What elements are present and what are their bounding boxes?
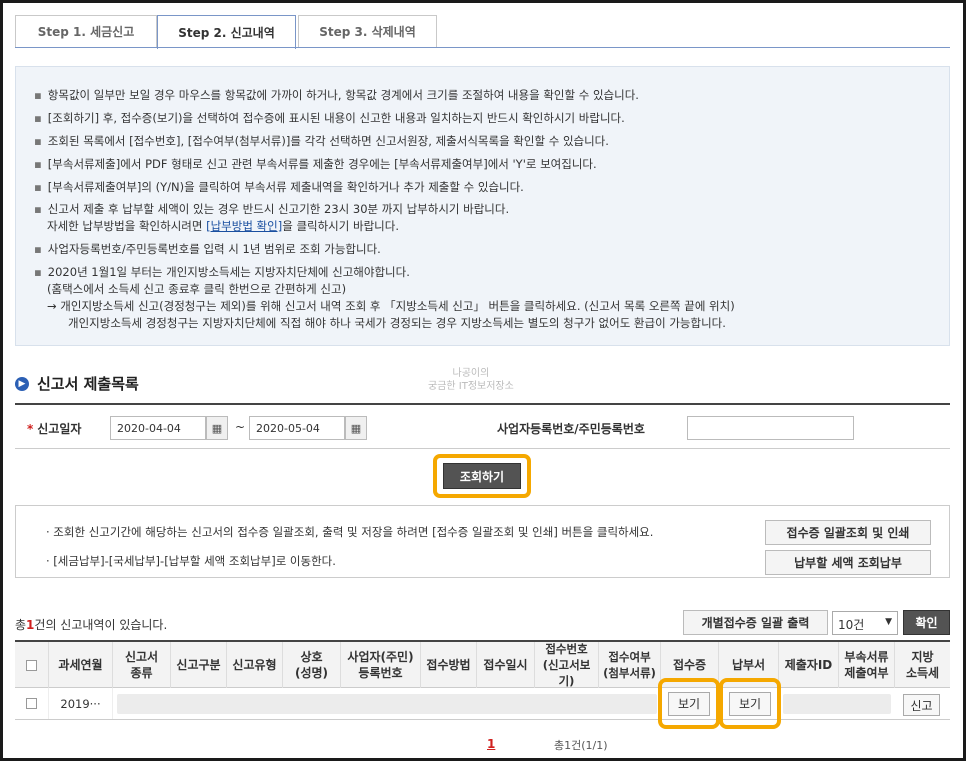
arrow-circle-icon: ▶: [15, 376, 29, 391]
pay-method-link[interactable]: [납부방법 확인]: [206, 219, 282, 233]
col-header: 사업자(주민) 등록번호: [341, 642, 421, 688]
notice-box: ▪ 항목값이 일부만 보일 경우 마우스를 항목값에 가까이 하거나, 항목값 경…: [15, 66, 950, 346]
select-all-checkbox[interactable]: [26, 659, 37, 671]
page-size-select[interactable]: 10건 ▼: [832, 611, 898, 635]
col-header: 지방 소득세: [905, 650, 940, 680]
notice-subline: 개인지방소득세 경정청구는 지방자치단체에 직접 해야 하나 국세가 경정되는 …: [68, 316, 726, 330]
app-frame: Step 1. 세금신고 Step 2. 신고내역 Step 3. 삭제내역 ▪…: [3, 3, 963, 758]
masked-content: [117, 693, 657, 714]
notice-item: ▪ 조회된 목록에서 [접수번호], [접수여부(첨부서류)]를 각각 선택하면 …: [34, 134, 609, 148]
bulk-print-button[interactable]: 개별접수증 일괄 출력: [683, 610, 828, 635]
chevron-down-icon: ▼: [885, 617, 892, 627]
col-header: 신고구분: [171, 642, 227, 688]
page-number[interactable]: 1: [487, 737, 495, 751]
table-row: 2019···: [15, 688, 950, 720]
calendar-icon[interactable]: ▦: [206, 416, 228, 440]
notice-item: ▪ 2020년 1월1일 부터는 개인지방소득세는 지방자치단체에 신고해야합니다…: [34, 265, 410, 279]
notice-item: ▪ 항목값이 일부만 보일 경우 마우스를 항목값에 가까이 하거나, 항목값 경…: [34, 88, 639, 102]
query-button[interactable]: 조회하기: [443, 463, 521, 489]
row-checkbox[interactable]: [26, 698, 37, 709]
info-box: · 조회한 신고기간에 해당하는 신고서의 접수증 일괄조회, 출력 및 저장을…: [15, 505, 950, 578]
tab-underline: [15, 47, 950, 48]
result-count: 총1건의 신고내역이 있습니다.: [15, 618, 168, 632]
batch-receipt-button[interactable]: 접수증 일괄조회 및 인쇄: [765, 520, 931, 545]
col-header: 접수방법: [421, 642, 477, 688]
header-checkbox-cell: [15, 642, 49, 688]
col-header: 신고유형: [227, 642, 283, 688]
confirm-button[interactable]: 확인: [903, 610, 950, 635]
date-from-input[interactable]: 2020-04-04: [110, 416, 206, 440]
notice-subline: → 개인지방소득세 신고(경정청구는 제외)를 위해 신고서 내역 조회 후 「…: [47, 299, 735, 313]
query-highlight: 조회하기: [433, 454, 531, 498]
col-header: 제출자ID: [779, 642, 839, 688]
period-cell: 2019···: [49, 688, 113, 719]
date-label: * 신고일자: [27, 422, 82, 436]
search-panel: * 신고일자 2020-04-04 ▦ ~ 2020-05-04 ▦ 사업자등록번…: [15, 403, 950, 449]
masked-cells: [113, 688, 661, 719]
id-input[interactable]: [687, 416, 854, 440]
watermark: 나공이의 궁금한 IT정보저장소: [428, 368, 514, 392]
page-total: 총1건(1/1): [554, 739, 608, 752]
pay-tax-button[interactable]: 납부할 세액 조회납부: [765, 550, 931, 575]
masked-cells: [779, 688, 895, 719]
local-tax-report-button[interactable]: 신고: [903, 694, 940, 716]
notice-item: ▪ [부속서류제출]에서 PDF 형태로 신고 관련 부속서류를 제출한 경우에는…: [34, 157, 597, 171]
notice-subline: (홈택스에서 소득세 신고 종료후 클릭 한번으로 간편하게 신고): [47, 282, 347, 296]
col-header: 접수번호 (신고서보기): [535, 642, 599, 688]
tab-step1[interactable]: Step 1. 세금신고: [15, 15, 157, 48]
info-line: · 조회한 신고기간에 해당하는 신고서의 접수증 일괄조회, 출력 및 저장을…: [46, 525, 654, 539]
notice-pay-line: 자세한 납부방법을 확인하시려면 [납부방법 확인]을 클릭하시기 바랍니다.: [47, 219, 399, 233]
table-header: 과세연월 신고서 종류 신고구분 신고유형 상호 (성명) 사업자(주민) 등록…: [15, 640, 950, 688]
id-label: 사업자등록번호/주민등록번호: [497, 422, 645, 436]
notice-item: ▪ 사업자등록번호/주민등록번호를 입력 시 1년 범위로 조회 가능합니다.: [34, 242, 381, 256]
calendar-icon[interactable]: ▦: [345, 416, 367, 440]
receipt-view-button[interactable]: 보기: [668, 691, 710, 716]
tab-step2[interactable]: Step 2. 신고내역: [157, 15, 296, 49]
notice-item: ▪ [조회하기] 후, 접수증(보기)을 선택하여 접수증에 표시된 내용이 신고…: [34, 111, 625, 125]
section-title: ▶ 신고서 제출목록: [15, 373, 139, 394]
receipt-highlight: 보기: [658, 678, 720, 729]
notice-item: ▪ [부속서류제출여부]의 (Y/N)을 클릭하여 부속서류 제출내역을 확인하거…: [34, 180, 524, 194]
masked-content: [783, 693, 891, 714]
tab-step3[interactable]: Step 3. 삭제내역: [298, 15, 437, 48]
col-header: 부속서류 제출여부: [839, 642, 895, 688]
col-header: 상호 (성명): [283, 642, 341, 688]
col-header: 신고서 종류: [113, 642, 171, 688]
payment-highlight: 보기: [719, 678, 781, 729]
col-header: 접수여부 (첨부서류): [599, 642, 661, 688]
col-header: 과세연월: [49, 642, 113, 688]
notice-item: ▪ 신고서 제출 후 납부할 세액이 있는 경우 반드시 신고기한 23시 30분…: [34, 202, 510, 216]
row-checkbox-cell: [15, 688, 49, 719]
date-separator: ~: [235, 420, 246, 434]
info-line: · [세금납부]-[국세납부]-[납부할 세액 조회납부]로 이동한다.: [46, 554, 336, 568]
date-to-input[interactable]: 2020-05-04: [249, 416, 345, 440]
payment-view-button[interactable]: 보기: [729, 691, 771, 716]
col-header: 접수일시: [477, 642, 535, 688]
